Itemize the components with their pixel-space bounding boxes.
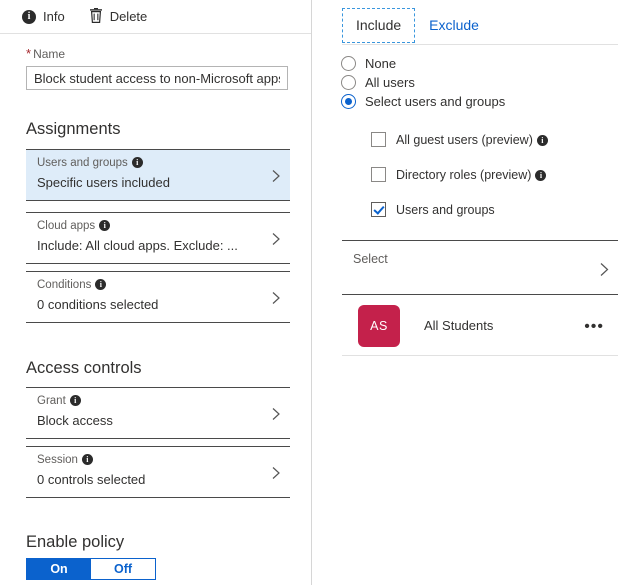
toggle-off-button[interactable]: Off xyxy=(91,559,155,579)
required-asterisk: * xyxy=(26,46,32,61)
toolbar-divider xyxy=(0,33,311,34)
setting-row-title: Conditions i xyxy=(37,279,107,291)
setting-row-users-and-groups[interactable]: Users and groups i Specific users include… xyxy=(26,149,290,201)
info-circle-icon[interactable]: i xyxy=(81,454,93,465)
setting-row-title: Grant i xyxy=(37,395,81,407)
radio-icon xyxy=(341,75,356,90)
policy-name-block: * Name xyxy=(26,46,288,90)
radio-all-users-label: All users xyxy=(365,75,415,90)
radio-select-users-and-groups-label: Select users and groups xyxy=(365,94,506,109)
policy-name-label-text: Name xyxy=(33,47,66,61)
setting-row-grant[interactable]: Grant i Block access xyxy=(26,387,290,439)
assignments-heading: Assignments xyxy=(26,120,121,138)
policy-detail-panel: i Info Delete * Name Block student acces… xyxy=(0,0,311,585)
setting-row-cloud-apps[interactable]: Cloud apps i Include: All cloud apps. Exc… xyxy=(26,212,290,264)
delete-button-label: Delete xyxy=(109,9,148,24)
group-overflow-menu-icon[interactable]: ••• xyxy=(578,319,610,335)
select-users-row[interactable]: Select xyxy=(342,240,618,295)
trash-icon xyxy=(89,7,103,26)
radio-none[interactable]: None xyxy=(341,54,505,73)
info-button[interactable]: i Info xyxy=(22,9,65,24)
include-options-checkbox-group: All guest users (preview) i Directory rol… xyxy=(371,131,548,236)
checkbox-directory-roles-label: Directory roles (preview) i xyxy=(396,168,547,182)
delete-button[interactable]: Delete xyxy=(89,7,148,26)
tabs-divider xyxy=(342,44,618,45)
checkbox-all-guest-users[interactable]: All guest users (preview) i xyxy=(371,131,548,148)
info-circle-icon: i xyxy=(22,9,36,24)
setting-row-session[interactable]: Session i 0 controls selected xyxy=(26,446,290,498)
toggle-on-button[interactable]: On xyxy=(27,559,91,579)
checkbox-checked-icon xyxy=(371,202,386,217)
chevron-right-icon xyxy=(598,262,610,276)
checkbox-users-and-groups-label: Users and groups xyxy=(396,202,495,217)
setting-row-value: 0 conditions selected xyxy=(37,297,159,312)
enable-policy-toggle[interactable]: On Off xyxy=(26,558,156,580)
setting-row-value: 0 controls selected xyxy=(37,472,146,487)
select-row-label: Select xyxy=(353,252,388,266)
info-circle-icon[interactable]: i xyxy=(95,279,107,290)
group-name: All Students xyxy=(424,318,494,333)
setting-row-title: Users and groups i xyxy=(37,157,143,169)
chevron-right-icon xyxy=(270,466,282,479)
info-circle-icon[interactable]: i xyxy=(69,395,81,406)
radio-select-users-and-groups[interactable]: Select users and groups xyxy=(341,92,505,111)
setting-row-value: Block access xyxy=(37,413,113,428)
info-circle-icon[interactable]: i xyxy=(131,157,143,168)
tab-exclude[interactable]: Exclude xyxy=(415,8,493,43)
setting-row-conditions[interactable]: Conditions i 0 conditions selected xyxy=(26,271,290,323)
setting-row-title: Session i xyxy=(37,454,93,466)
info-circle-icon[interactable]: i xyxy=(99,220,111,231)
setting-row-title: Cloud apps i xyxy=(37,220,111,232)
policy-name-input[interactable] xyxy=(26,66,288,90)
chevron-right-icon xyxy=(270,169,282,182)
enable-policy-heading: Enable policy xyxy=(26,533,125,551)
include-exclude-tabs: Include Exclude xyxy=(342,8,493,43)
selected-group-row[interactable]: AS All Students ••• xyxy=(342,296,618,356)
setting-row-value: Include: All cloud apps. Exclude: ... xyxy=(37,238,238,253)
users-and-groups-panel: Include Exclude None All users Select us… xyxy=(312,0,620,585)
info-circle-icon[interactable]: i xyxy=(536,134,548,146)
checkbox-icon xyxy=(371,167,386,182)
include-scope-radio-group: None All users Select users and groups xyxy=(341,54,505,111)
radio-icon xyxy=(341,56,356,71)
setting-row-value: Specific users included xyxy=(37,175,170,190)
checkbox-directory-roles[interactable]: Directory roles (preview) i xyxy=(371,166,548,183)
chevron-right-icon xyxy=(270,291,282,304)
checkbox-all-guest-users-label: All guest users (preview) i xyxy=(396,133,548,147)
access-controls-heading: Access controls xyxy=(26,359,142,377)
radio-none-label: None xyxy=(365,56,397,71)
info-button-label: Info xyxy=(43,9,65,24)
policy-name-label: * Name xyxy=(26,46,288,61)
checkbox-users-and-groups[interactable]: Users and groups xyxy=(371,201,548,218)
chevron-right-icon xyxy=(270,407,282,420)
info-circle-icon[interactable]: i xyxy=(535,169,547,181)
avatar: AS xyxy=(358,305,400,347)
conditional-access-policy-screen: i Info Delete * Name Block student acces… xyxy=(0,0,620,585)
tab-include[interactable]: Include xyxy=(342,8,416,43)
policy-toolbar: i Info Delete xyxy=(0,0,311,33)
radio-all-users[interactable]: All users xyxy=(341,73,505,92)
chevron-right-icon xyxy=(270,232,282,245)
radio-selected-icon xyxy=(341,94,356,109)
checkbox-icon xyxy=(371,132,386,147)
